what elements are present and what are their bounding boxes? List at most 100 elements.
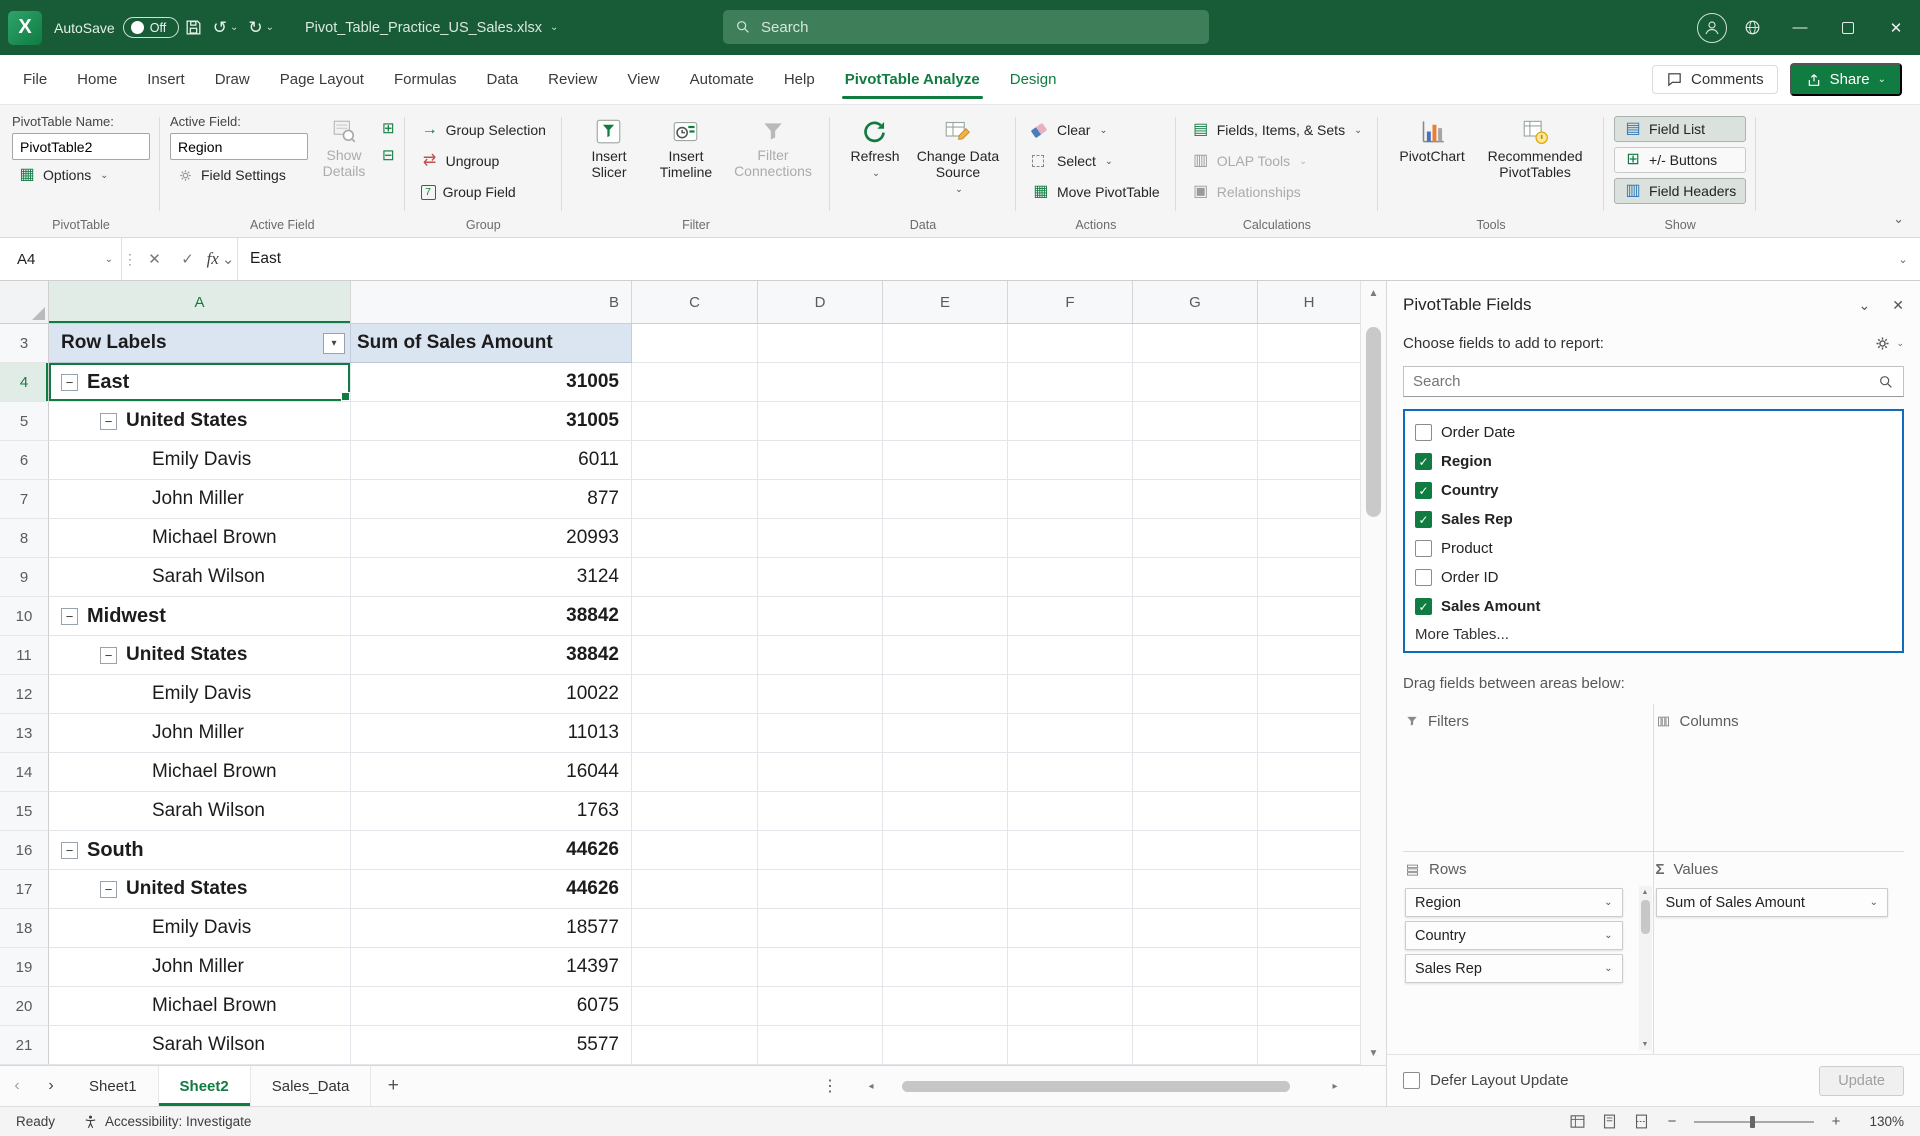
cell-f10[interactable] (1008, 597, 1133, 636)
formula-input[interactable]: East (237, 238, 1886, 280)
rows-scrollbar-thumb[interactable] (1641, 900, 1650, 934)
save-button[interactable] (184, 18, 203, 37)
cell-c4[interactable] (632, 363, 758, 402)
cell-h6[interactable] (1258, 441, 1360, 480)
cell-b13[interactable]: 11013 (351, 714, 632, 753)
cell-d16[interactable] (758, 831, 883, 870)
fields-search-input[interactable] (1413, 373, 1878, 390)
cell-g18[interactable] (1133, 909, 1258, 948)
clear-button[interactable]: Clear ⌄ (1026, 118, 1166, 142)
cell-g21[interactable] (1133, 1026, 1258, 1065)
maximize-button[interactable] (1824, 0, 1872, 55)
cell-e5[interactable] (883, 402, 1008, 441)
cell-b3[interactable]: Sum of Sales Amount (351, 324, 632, 363)
field-list-toggle[interactable]: ▤ Field List (1614, 116, 1746, 142)
cell-g9[interactable] (1133, 558, 1258, 597)
cell-a7[interactable]: John Miller (49, 480, 351, 519)
zoom-in-button[interactable]: + (1829, 1113, 1843, 1130)
cell-h17[interactable] (1258, 870, 1360, 909)
cell-e16[interactable] (883, 831, 1008, 870)
cell-c20[interactable] (632, 987, 758, 1026)
select-all-corner[interactable] (0, 281, 49, 323)
cell-d20[interactable] (758, 987, 883, 1026)
options-button[interactable]: ▦ Options ⌄ (12, 163, 150, 187)
collapse-button[interactable]: − (61, 374, 78, 391)
cell-g11[interactable] (1133, 636, 1258, 675)
cell-b5[interactable]: 31005 (351, 402, 632, 441)
field-chip-sum-of-sales-amount[interactable]: Sum of Sales Amount⌄ (1656, 888, 1889, 917)
expand-field-button[interactable]: ⊞ (382, 121, 395, 136)
cell-h5[interactable] (1258, 402, 1360, 441)
row-number-20[interactable]: 20 (0, 987, 49, 1026)
name-box[interactable]: A4 ⌄ (0, 238, 122, 280)
cell-b7[interactable]: 877 (351, 480, 632, 519)
collapse-ribbon-button[interactable]: ⌄ (1893, 211, 1904, 227)
ribbon-tab-automate[interactable]: Automate (675, 55, 769, 104)
sheet-tab-sales-data[interactable]: Sales_Data (251, 1066, 372, 1106)
row-number-13[interactable]: 13 (0, 714, 49, 753)
cell-b4[interactable]: 31005 (351, 363, 632, 402)
cell-c17[interactable] (632, 870, 758, 909)
cell-f21[interactable] (1008, 1026, 1133, 1065)
cell-g15[interactable] (1133, 792, 1258, 831)
column-header-g[interactable]: G (1133, 281, 1258, 323)
cell-a12[interactable]: Emily Davis (49, 675, 351, 714)
cell-e4[interactable] (883, 363, 1008, 402)
cell-a5[interactable]: −United States (49, 402, 351, 441)
cell-b18[interactable]: 18577 (351, 909, 632, 948)
column-header-a[interactable]: A (49, 281, 351, 323)
cell-e18[interactable] (883, 909, 1008, 948)
normal-view-button[interactable] (1569, 1113, 1586, 1130)
cell-b8[interactable]: 20993 (351, 519, 632, 558)
scroll-down-icon[interactable]: ▼ (1639, 1038, 1652, 1050)
cell-e3[interactable] (883, 324, 1008, 363)
titlebar-search[interactable]: Search (723, 10, 1209, 44)
row-number-19[interactable]: 19 (0, 948, 49, 987)
cell-c21[interactable] (632, 1026, 758, 1065)
scroll-up-icon[interactable]: ▲ (1639, 886, 1652, 898)
column-header-h[interactable]: H (1258, 281, 1360, 323)
active-field-input[interactable] (170, 133, 308, 160)
field-item-sales-rep[interactable]: ✓Sales Rep (1405, 505, 1902, 534)
more-tables-link[interactable]: More Tables... (1405, 621, 1902, 648)
cell-b9[interactable]: 3124 (351, 558, 632, 597)
vertical-scrollbar[interactable]: ▲ ▼ (1360, 281, 1386, 1065)
collapse-button[interactable]: − (100, 647, 117, 664)
collapse-button[interactable]: − (100, 413, 117, 430)
cell-g8[interactable] (1133, 519, 1258, 558)
cell-a11[interactable]: −United States (49, 636, 351, 675)
cell-e9[interactable] (883, 558, 1008, 597)
sheet-menu-icon[interactable]: ⋮ (822, 1076, 838, 1096)
cell-a4[interactable]: −East (49, 363, 351, 402)
cell-d21[interactable] (758, 1026, 883, 1065)
comments-button[interactable]: Comments (1652, 65, 1778, 94)
column-header-c[interactable]: C (632, 281, 758, 323)
cell-d14[interactable] (758, 753, 883, 792)
cell-f19[interactable] (1008, 948, 1133, 987)
cell-h19[interactable] (1258, 948, 1360, 987)
cell-h15[interactable] (1258, 792, 1360, 831)
select-button[interactable]: Select ⌄ (1026, 149, 1166, 173)
cell-c14[interactable] (632, 753, 758, 792)
cell-f14[interactable] (1008, 753, 1133, 792)
cell-g17[interactable] (1133, 870, 1258, 909)
column-header-f[interactable]: F (1008, 281, 1133, 323)
avatar[interactable] (1697, 13, 1727, 43)
recommended-pivottables-button[interactable]: Recommended PivotTables (1476, 111, 1594, 215)
insert-timeline-button[interactable]: Insert Timeline (646, 111, 726, 215)
row-number-8[interactable]: 8 (0, 519, 49, 558)
row-number-5[interactable]: 5 (0, 402, 49, 441)
cell-a20[interactable]: Michael Brown (49, 987, 351, 1026)
column-header-b[interactable]: B (351, 281, 632, 323)
cell-b10[interactable]: 38842 (351, 597, 632, 636)
update-button[interactable]: Update (1819, 1066, 1904, 1096)
cell-d9[interactable] (758, 558, 883, 597)
undo-button[interactable]: ↺⌄ (213, 18, 239, 38)
field-item-sales-amount[interactable]: ✓Sales Amount (1405, 592, 1902, 621)
row-number-17[interactable]: 17 (0, 870, 49, 909)
row-number-3[interactable]: 3 (0, 324, 49, 363)
column-header-e[interactable]: E (883, 281, 1008, 323)
checkbox-product[interactable] (1415, 540, 1432, 557)
field-item-region[interactable]: ✓Region (1405, 447, 1902, 476)
cell-g10[interactable] (1133, 597, 1258, 636)
